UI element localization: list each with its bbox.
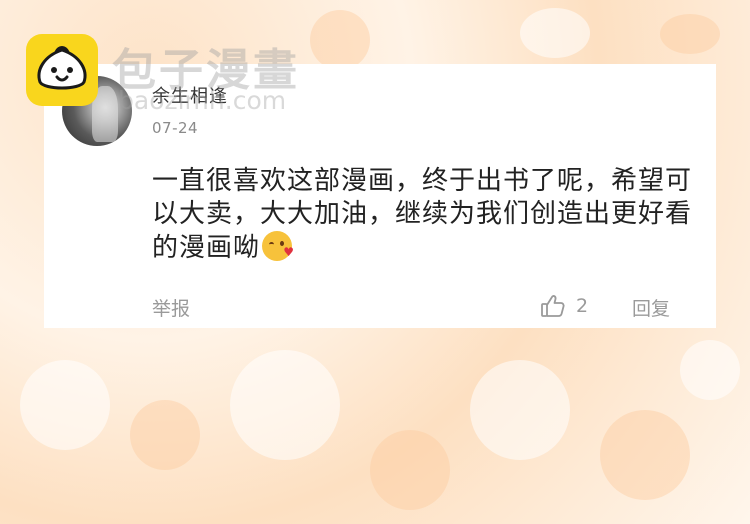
like-count: 2 — [576, 295, 589, 317]
like-button[interactable]: 2 — [540, 293, 588, 319]
watermark-url: baozimh.com — [118, 86, 287, 115]
thumbs-up-icon — [541, 295, 565, 317]
kiss-heart-emoji-icon: ♥ — [262, 231, 294, 261]
comment-text: 一直很喜欢这部漫画，终于出书了呢，希望可以大卖，大大加油，继续为我们创造出更好看… — [152, 166, 693, 263]
comment-date: 07-24 — [152, 119, 199, 137]
reply-button[interactable]: 回复 — [632, 294, 670, 321]
comment-body: 一直很喜欢这部漫画，终于出书了呢，希望可以大卖，大大加油，继续为我们创造出更好看… — [152, 165, 712, 265]
report-button[interactable]: 举报 — [152, 294, 190, 321]
baozi-logo-icon — [26, 34, 98, 106]
